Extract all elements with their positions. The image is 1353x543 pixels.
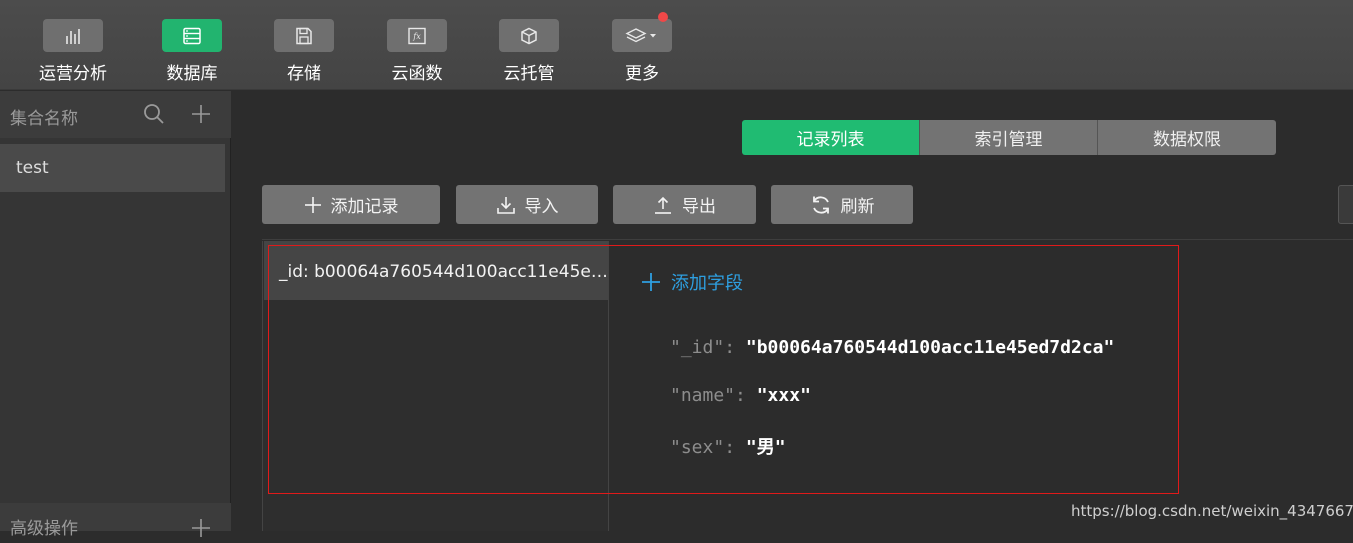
watermark: https://blog.csdn.net/weixin_43476677 bbox=[1071, 502, 1353, 520]
toolbar-item-storage[interactable]: 存储 bbox=[264, 19, 344, 85]
bar-chart-icon bbox=[43, 19, 103, 52]
field-key: "_id" bbox=[670, 337, 725, 358]
record-list-item[interactable]: _id: b00064a760544d100acc11e45ed7d2ca bbox=[264, 241, 608, 300]
svg-text:fx: fx bbox=[412, 32, 421, 41]
toolbar-item-more[interactable]: 更多 bbox=[602, 12, 682, 85]
tab-record-list[interactable]: 记录列表 bbox=[742, 120, 920, 155]
overflow-button[interactable] bbox=[1338, 185, 1353, 224]
advanced-ops-label[interactable]: 高级操作 bbox=[10, 514, 78, 539]
field-row-id[interactable]: "_id": "b00064a760544d100acc11e45ed7d2ca… bbox=[670, 337, 1114, 358]
toolbar-label: 存储 bbox=[287, 64, 321, 84]
tab-data-permission[interactable]: 数据权限 bbox=[1098, 120, 1276, 155]
sidebar-header: 集合名称 bbox=[0, 91, 231, 138]
cube-icon bbox=[499, 19, 559, 52]
sidebar-title: 集合名称 bbox=[10, 109, 78, 129]
add-field-label: 添加字段 bbox=[671, 273, 743, 294]
toolbar-item-cloud-function[interactable]: fx 云函数 bbox=[377, 19, 457, 85]
notification-badge bbox=[658, 12, 668, 22]
import-label: 导入 bbox=[524, 197, 559, 217]
record-list: _id: b00064a760544d100acc11e45ed7d2ca bbox=[263, 241, 609, 531]
import-button[interactable]: 导入 bbox=[456, 185, 598, 224]
function-icon: fx bbox=[387, 19, 447, 52]
tab-index-management[interactable]: 索引管理 bbox=[920, 120, 1098, 155]
database-icon bbox=[162, 19, 222, 52]
refresh-label: 刷新 bbox=[840, 197, 875, 217]
divider bbox=[262, 239, 1353, 240]
toolbar-label: 数据库 bbox=[166, 64, 218, 84]
save-icon bbox=[274, 19, 334, 52]
toolbar-label: 云函数 bbox=[391, 64, 443, 84]
field-key: "sex" bbox=[670, 437, 725, 458]
toolbar-item-cloud-hosting[interactable]: 云托管 bbox=[489, 19, 569, 85]
sidebar-footer: 高级操作 bbox=[0, 503, 231, 539]
collection-item-test[interactable]: test bbox=[0, 144, 225, 192]
add-field-button[interactable]: 添加字段 bbox=[641, 269, 743, 295]
layers-icon bbox=[612, 12, 672, 52]
download-icon bbox=[496, 196, 515, 214]
chevron-down-icon bbox=[650, 33, 656, 37]
refresh-icon bbox=[812, 195, 829, 214]
field-value: "b00064a760544d100acc11e45ed7d2ca" bbox=[745, 337, 1115, 358]
field-value: "xxx" bbox=[756, 385, 811, 406]
plus-icon bbox=[642, 273, 660, 291]
plus-icon bbox=[304, 196, 321, 213]
search-icon[interactable] bbox=[143, 103, 165, 129]
toolbar-label: 运营分析 bbox=[39, 64, 107, 84]
collection-sidebar: 集合名称 test 高级操作 bbox=[0, 91, 231, 539]
field-key: "name" bbox=[670, 385, 736, 406]
field-value: "男" bbox=[745, 437, 786, 458]
main-panel: 记录列表 索引管理 数据权限 添加记录 导入 导出 刷新 _id: b00064… bbox=[232, 91, 1353, 531]
top-toolbar: 运营分析 数据库 存储 fx 云函数 云托管 更多 bbox=[0, 0, 1353, 90]
upload-icon bbox=[655, 196, 671, 214]
export-button[interactable]: 导出 bbox=[613, 185, 756, 224]
add-collection-icon[interactable] bbox=[190, 103, 212, 129]
refresh-button[interactable]: 刷新 bbox=[771, 185, 913, 224]
add-icon[interactable] bbox=[190, 517, 212, 543]
export-label: 导出 bbox=[682, 197, 716, 217]
add-record-label: 添加记录 bbox=[330, 197, 399, 217]
toolbar-item-analytics[interactable]: 运营分析 bbox=[33, 19, 113, 85]
add-record-button[interactable]: 添加记录 bbox=[262, 185, 440, 224]
toolbar-label: 云托管 bbox=[503, 64, 555, 84]
toolbar-item-database[interactable]: 数据库 bbox=[152, 19, 232, 85]
toolbar-label: 更多 bbox=[625, 64, 659, 84]
field-row-name[interactable]: "name": "xxx" bbox=[670, 385, 811, 406]
view-tabs: 记录列表 索引管理 数据权限 bbox=[742, 120, 1276, 155]
field-row-sex[interactable]: "sex": "男" bbox=[670, 433, 786, 459]
